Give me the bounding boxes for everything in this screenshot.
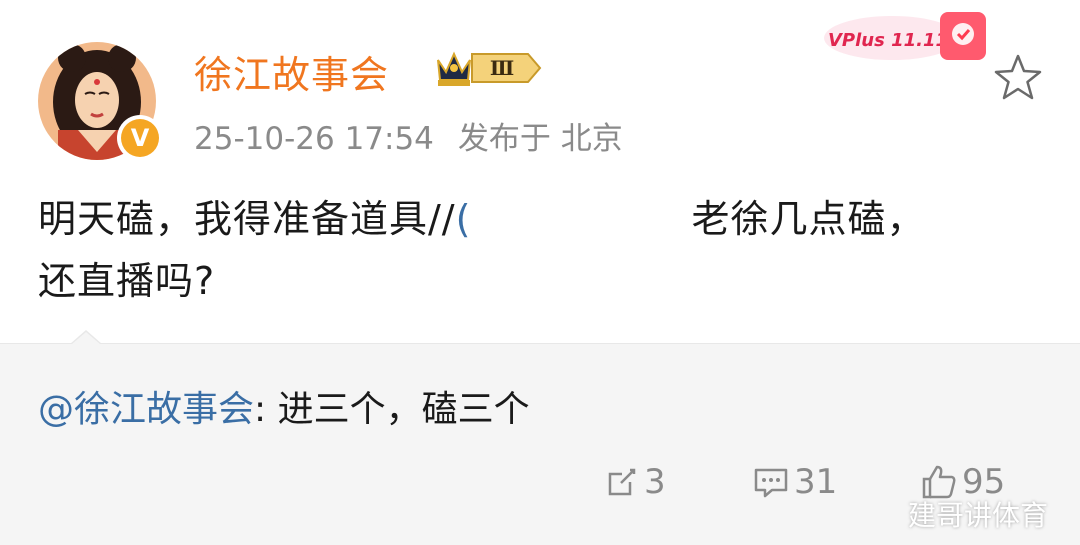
- repost-button[interactable]: 3: [604, 458, 666, 506]
- post-header: V 徐江故事会 Ⅲ 25-10-26 17:54 发布于 北京 VPlus 11.…: [0, 0, 1080, 175]
- watermark-text: 建哥讲体育: [908, 499, 1049, 532]
- quoted-post-text: @徐江故事会: 进三个，磕三个: [38, 380, 530, 432]
- verified-v-icon: V: [117, 115, 163, 161]
- vplus-label: VPlus 11.11: [828, 30, 948, 51]
- favorite-star-icon[interactable]: [990, 50, 1046, 106]
- repost-icon: [608, 468, 636, 496]
- comment-icon: [754, 468, 788, 498]
- author-name[interactable]: 徐江故事会: [194, 44, 389, 99]
- post-meta: 25-10-26 17:54 发布于 北京: [194, 113, 623, 158]
- post-text-fragment: (: [455, 197, 472, 241]
- post-text-part1: 明天磕，我得准备道具//: [38, 197, 456, 241]
- redacted-gap: [471, 231, 691, 232]
- post-text-line2: 还直播吗?: [38, 259, 216, 303]
- comment-count: 31: [794, 462, 838, 502]
- comment-button[interactable]: 31: [752, 458, 837, 506]
- quote-body: : 进三个，磕三个: [254, 389, 530, 430]
- repost-count: 3: [644, 462, 666, 502]
- post-body: 明天磕，我得准备道具//( 老徐几点磕， 还直播吗?: [38, 188, 1038, 312]
- quote-pointer-inner: [72, 332, 100, 344]
- crown-level-icon[interactable]: Ⅲ: [432, 44, 544, 92]
- post-timestamp: 25-10-26 17:54: [194, 121, 434, 157]
- vplus-promo-banner[interactable]: VPlus 11.11: [822, 6, 992, 66]
- post-location: 发布于 北京: [457, 121, 623, 157]
- post-text-part2: 老徐几点磕，: [691, 197, 926, 241]
- quote-mention-link[interactable]: @徐江故事会: [38, 389, 254, 430]
- level-number: Ⅲ: [490, 56, 514, 80]
